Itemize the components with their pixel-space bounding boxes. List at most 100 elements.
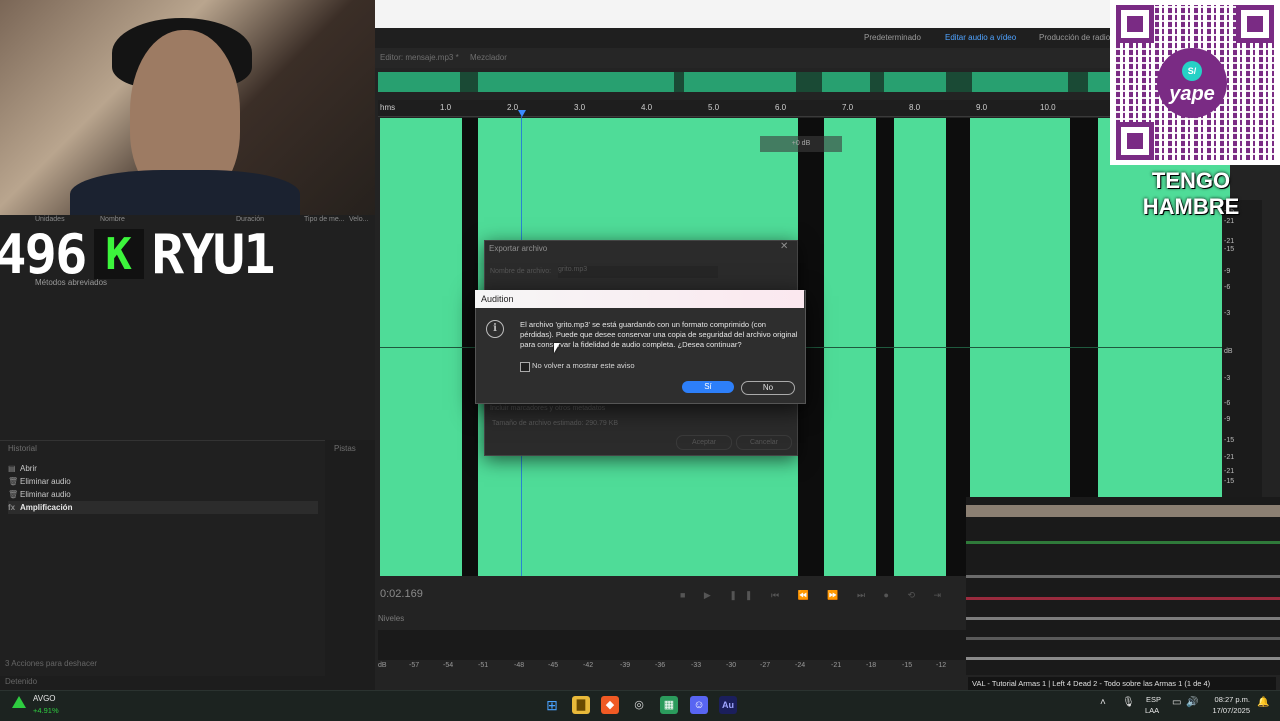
brave-browser-icon[interactable]: ◆ xyxy=(601,696,619,714)
workspace-bar: Predeterminado Editar audio a vídeo Prod… xyxy=(375,28,1115,48)
ruler-tick: 2.0 xyxy=(507,103,519,112)
microphone-icon[interactable]: 🎙 xyxy=(1122,697,1135,708)
tab-mixer[interactable]: Mezclador xyxy=(470,53,507,62)
ruler-tick: 8.0 xyxy=(909,103,921,112)
meter-tick: -33 xyxy=(691,662,702,669)
db-tick: -9 xyxy=(1224,268,1231,275)
db-tick: -3 xyxy=(1224,375,1231,382)
db-scale: -15 -21 -21 -15 -9 -6 -3 dB -3 -6 -9 -15… xyxy=(1222,200,1262,500)
transport-controls[interactable]: ■ ▶ ❚❚ ⏮ ⏪ ⏩ ⏭ ● ⟲ ⇥ xyxy=(680,590,949,601)
chevron-up-icon[interactable]: ˄ xyxy=(1100,697,1106,708)
dont-show-again-checkbox[interactable] xyxy=(520,362,530,372)
history-item[interactable]: 🗑 Eliminar audio xyxy=(8,488,318,501)
tracks-panel-title[interactable]: Pistas xyxy=(334,444,356,453)
meter-tick: -39 xyxy=(620,662,631,669)
overview-gap xyxy=(946,72,972,92)
stock-widget-change[interactable]: +4.91% xyxy=(33,706,59,715)
gain-hud[interactable]: +0 dB xyxy=(760,136,842,152)
adobe-audition-icon[interactable]: Au xyxy=(719,696,737,714)
export-include-markers[interactable]: Incluir marcadores y otros metadatos xyxy=(490,405,605,412)
clock-date[interactable]: 17/07/2025 xyxy=(1202,706,1250,715)
overlay-counter: 496 xyxy=(0,222,88,286)
meter-tick: -12 xyxy=(936,662,947,669)
preview-strip xyxy=(966,575,1280,578)
waveform-overview[interactable] xyxy=(378,72,1110,92)
db-tick: -21 xyxy=(1224,454,1235,461)
windows-start-icon[interactable]: ⊞ xyxy=(543,696,561,714)
waveform-noise xyxy=(1108,318,1218,378)
title-bar xyxy=(375,0,1115,28)
yape-wordmark: yape xyxy=(1169,82,1215,105)
meter-tick: -24 xyxy=(795,662,806,669)
meter-tick: -48 xyxy=(514,662,525,669)
discord-icon[interactable]: ☺ xyxy=(690,696,708,714)
overview-gap xyxy=(870,72,884,92)
yes-button[interactable]: Sí xyxy=(682,381,734,393)
preview-strip xyxy=(966,617,1280,620)
meter-tick: -42 xyxy=(583,662,594,669)
db-tick: -6 xyxy=(1224,400,1231,407)
db-tick: -15 xyxy=(1224,437,1235,444)
history-panel-title[interactable]: Historial xyxy=(8,444,37,453)
playhead-handle[interactable] xyxy=(518,110,526,117)
stock-widget-name[interactable]: AVGO xyxy=(33,694,56,703)
files-col-type[interactable]: Tipo de me... xyxy=(304,216,345,223)
keyboard-layout-indicator[interactable]: LAA xyxy=(1145,706,1159,715)
ruler-tick: 4.0 xyxy=(641,103,653,112)
meter-tick: -27 xyxy=(760,662,771,669)
history-item-selected[interactable]: fx Amplificación xyxy=(8,501,318,514)
network-icon[interactable]: ▭ xyxy=(1172,697,1181,708)
status-text: Detenido xyxy=(5,677,38,686)
export-cancel-button[interactable]: Cancelar xyxy=(736,435,792,450)
clock-time[interactable]: 08:27 p.m. xyxy=(1210,695,1250,704)
qr-eye xyxy=(1116,122,1154,160)
levels-panel-title: Niveles xyxy=(378,614,405,623)
notification-bell-icon[interactable]: 🔔 xyxy=(1257,697,1269,708)
workspace-default[interactable]: Predeterminado xyxy=(864,33,921,42)
dont-show-again-label[interactable]: No volver a mostrar este aviso xyxy=(532,361,635,370)
history-item[interactable]: ▤ Abrir xyxy=(8,462,318,475)
no-button[interactable]: No xyxy=(741,381,795,395)
kick-logo-icon: K xyxy=(93,229,144,280)
meter-tick: -57 xyxy=(409,662,420,669)
workspace-radio[interactable]: Producción de radio xyxy=(1039,33,1110,42)
files-col-rate[interactable]: Velo... xyxy=(349,216,368,223)
export-ok-button[interactable]: Aceptar xyxy=(676,435,732,450)
history-item[interactable]: 🗑 Eliminar audio xyxy=(8,475,318,488)
obs-icon[interactable]: ◎ xyxy=(630,696,648,714)
overview-gap xyxy=(796,72,822,92)
alert-message: El archivo 'grito.mp3' se está guardando… xyxy=(520,320,798,349)
ruler-unit: hms xyxy=(380,103,396,112)
meter-tick: dB xyxy=(378,662,387,669)
close-icon[interactable]: ✕ xyxy=(780,241,788,252)
undo-count: 3 Acciones para deshacer xyxy=(5,659,98,668)
mouse-cursor-icon xyxy=(554,343,560,353)
alert-titlebar[interactable] xyxy=(475,290,804,308)
ruler-tick: 1.0 xyxy=(440,103,452,112)
tab-editor[interactable]: Editor: mensaje.mp3 * xyxy=(380,53,459,62)
time-ruler[interactable]: hms 1.0 2.0 3.0 4.0 5.0 6.0 7.0 8.0 9.0 … xyxy=(378,100,1110,117)
now-playing-title: VAL - Tutorial Armas 1 | Left 4 Dead 2 -… xyxy=(968,677,1276,690)
ruler-tick: 9.0 xyxy=(976,103,988,112)
db-tick: -15 xyxy=(1224,246,1235,253)
volume-icon[interactable]: 🔊 xyxy=(1186,697,1198,708)
history-list: ▤ Abrir 🗑 Eliminar audio 🗑 Eliminar audi… xyxy=(8,462,318,514)
yape-logo: S/ yape xyxy=(1157,48,1227,118)
trash-icon: 🗑 xyxy=(8,490,19,499)
db-tick: -3 xyxy=(1224,310,1231,317)
webcam-shirt xyxy=(70,170,300,215)
export-name-input[interactable]: grito.mp3 xyxy=(558,266,718,278)
overview-gap xyxy=(460,72,478,92)
file-explorer-icon[interactable]: ▇ xyxy=(572,696,590,714)
ruler-tick: 6.0 xyxy=(775,103,787,112)
workspace-edit-audio-video[interactable]: Editar audio a vídeo xyxy=(945,33,1016,42)
export-dialog-title: Exportar archivo xyxy=(489,244,548,253)
history-item-label: Eliminar audio xyxy=(20,477,71,486)
db-tick: -6 xyxy=(1224,284,1231,291)
meter-tick: -36 xyxy=(655,662,666,669)
preview-strip xyxy=(966,597,1280,600)
db-unit: dB xyxy=(1224,348,1233,355)
spreadsheet-app-icon[interactable]: ▦ xyxy=(660,696,678,714)
meter-tick: -51 xyxy=(478,662,489,669)
language-indicator[interactable]: ESP xyxy=(1146,695,1161,704)
